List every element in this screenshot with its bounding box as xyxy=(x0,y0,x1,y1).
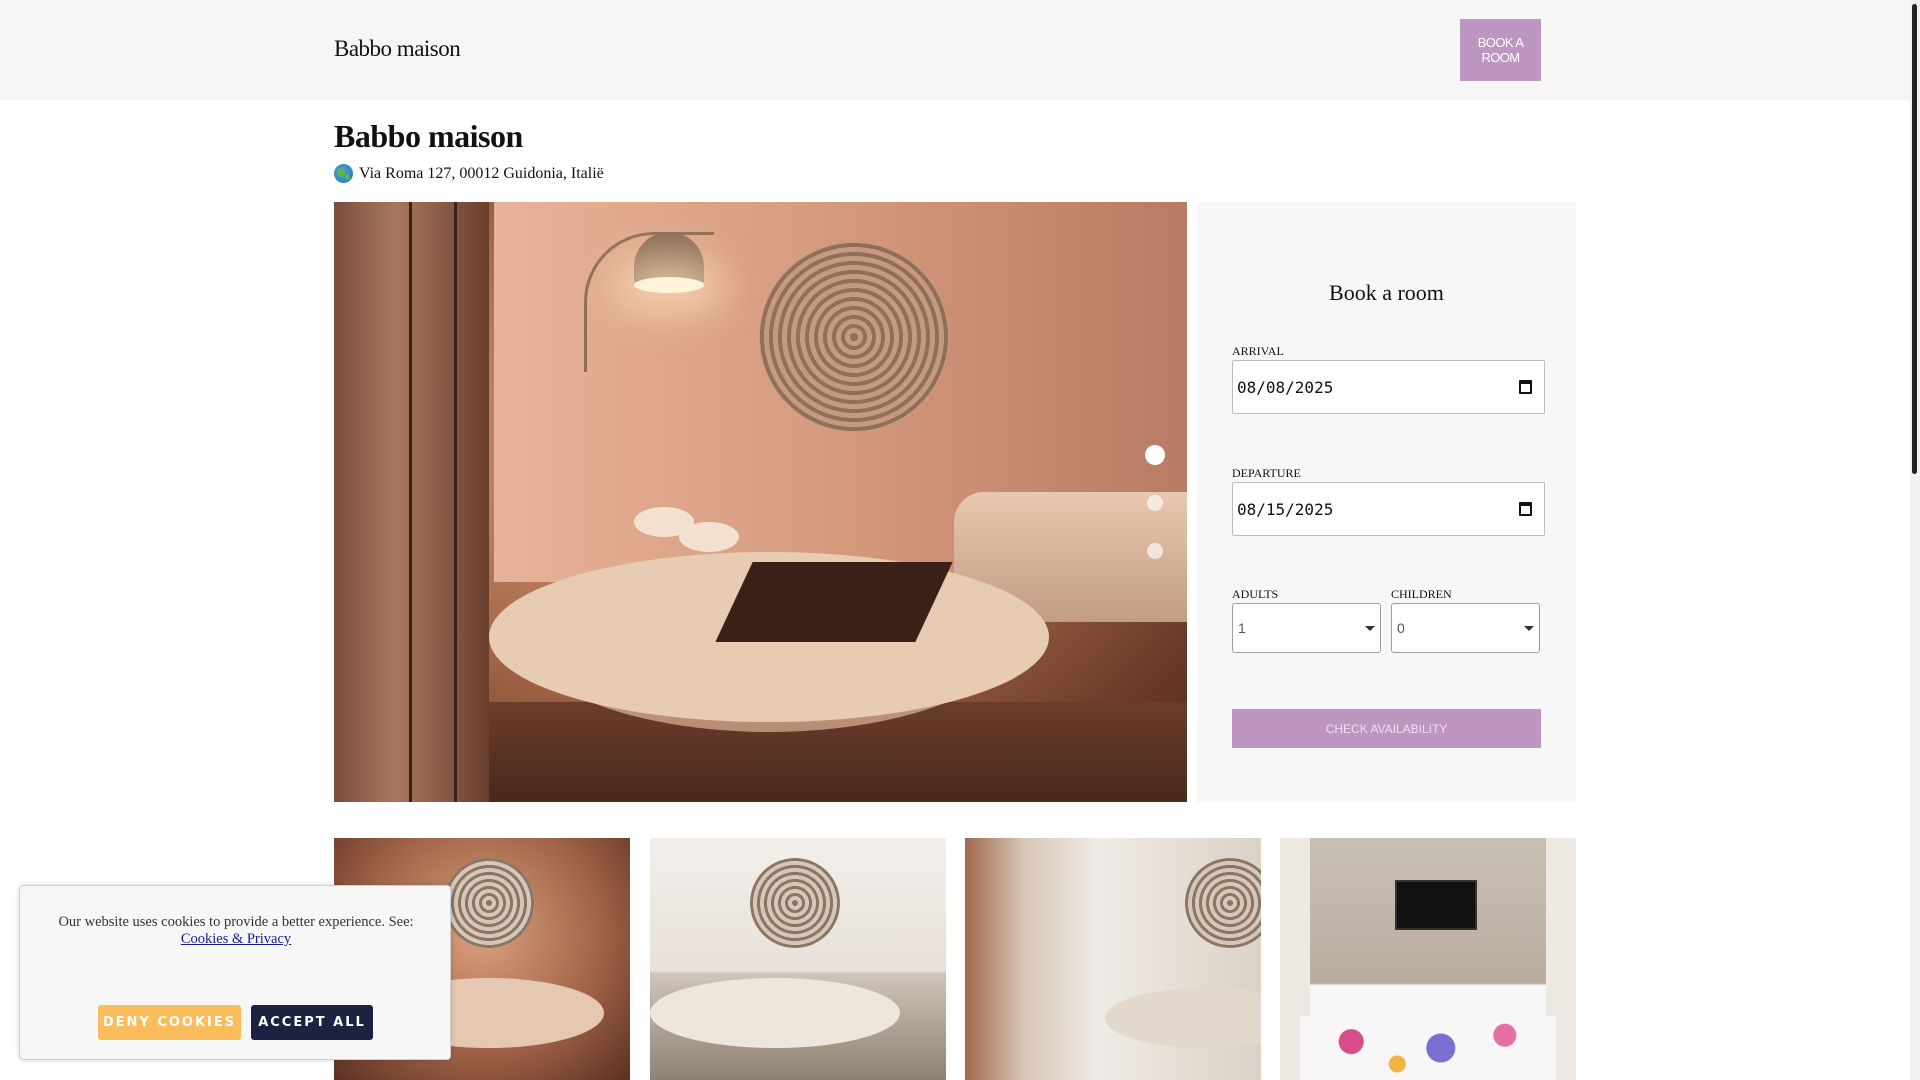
hero-carousel[interactable] xyxy=(334,202,1187,802)
chevron-down-icon xyxy=(1365,626,1375,631)
cookie-message: Our website uses cookies to provide a be… xyxy=(20,914,452,948)
address: Via Roma 127, 00012 Guidonia, Italië xyxy=(334,164,604,183)
hero-photo-pillow xyxy=(679,522,739,552)
arrival-date-value: 08/08/2025 xyxy=(1237,377,1334,397)
calendar-icon[interactable] xyxy=(1519,380,1532,394)
scrollbar-thumb[interactable] xyxy=(1912,4,1917,474)
hero-photo-bed-runner xyxy=(715,562,953,642)
globe-icon xyxy=(334,164,353,183)
hero-photo-lamp-light xyxy=(634,277,704,293)
thumbnail-tv xyxy=(1395,880,1477,930)
hero-photo-mirror-edge xyxy=(409,202,412,802)
cookie-text: Our website uses cookies to provide a be… xyxy=(58,914,414,930)
calendar-icon[interactable] xyxy=(1519,502,1532,516)
gallery-thumbnail-3[interactable] xyxy=(965,838,1261,1080)
departure-label: DEPARTURE xyxy=(1232,466,1301,480)
thumbnail-wall-decor xyxy=(750,858,840,948)
book-a-room-button[interactable]: BOOK A ROOM xyxy=(1460,19,1541,81)
departure-date-input[interactable]: 08/15/2025 xyxy=(1232,482,1545,536)
thumbnail-bedspread xyxy=(1300,1016,1556,1080)
departure-date-value: 08/15/2025 xyxy=(1237,499,1334,519)
chevron-down-icon xyxy=(1524,626,1534,631)
thumbnail-bed xyxy=(650,978,900,1048)
children-label: CHILDREN xyxy=(1391,587,1452,601)
cookie-banner: Our website uses cookies to provide a be… xyxy=(19,885,451,1060)
adults-select[interactable]: 1 xyxy=(1232,603,1381,653)
cookies-privacy-link[interactable]: Cookies & Privacy xyxy=(181,931,291,947)
booking-title: Book a room xyxy=(1329,280,1444,305)
hero-photo-wall-decor xyxy=(759,242,949,432)
adults-label: ADULTS xyxy=(1232,587,1279,601)
page-title: Babbo maison xyxy=(334,118,523,154)
gallery-thumbnail-4[interactable] xyxy=(1280,838,1576,1080)
carousel-dot-2[interactable] xyxy=(1147,495,1163,511)
check-availability-button[interactable]: CHECK AVAILABILITY xyxy=(1232,709,1541,748)
children-value: 0 xyxy=(1397,620,1405,636)
carousel-dot-1[interactable] xyxy=(1145,445,1165,465)
thumbnail-wall-decor xyxy=(1185,858,1261,948)
hero-photo-mirror-edge xyxy=(454,202,457,802)
arrival-label: ARRIVAL xyxy=(1232,344,1284,358)
booking-panel: Book a room ARRIVAL 08/08/2025 DEPARTURE… xyxy=(1197,202,1576,802)
accept-all-button[interactable]: ACCEPT ALL xyxy=(251,1005,373,1040)
thumbnail-wall-decor xyxy=(444,858,534,948)
site-header: Babbo maison BOOK A ROOM xyxy=(0,0,1910,100)
brand-logo[interactable]: Babbo maison xyxy=(334,36,461,62)
children-select[interactable]: 0 xyxy=(1391,603,1540,653)
adults-value: 1 xyxy=(1238,620,1246,636)
address-text: Via Roma 127, 00012 Guidonia, Italië xyxy=(359,164,604,182)
carousel-dot-3[interactable] xyxy=(1147,543,1163,559)
arrival-date-input[interactable]: 08/08/2025 xyxy=(1232,360,1545,414)
deny-cookies-button[interactable]: DENY COOKIES xyxy=(98,1005,241,1040)
thumbnail-bed xyxy=(1105,988,1261,1048)
gallery-thumbnail-2[interactable] xyxy=(650,838,946,1080)
